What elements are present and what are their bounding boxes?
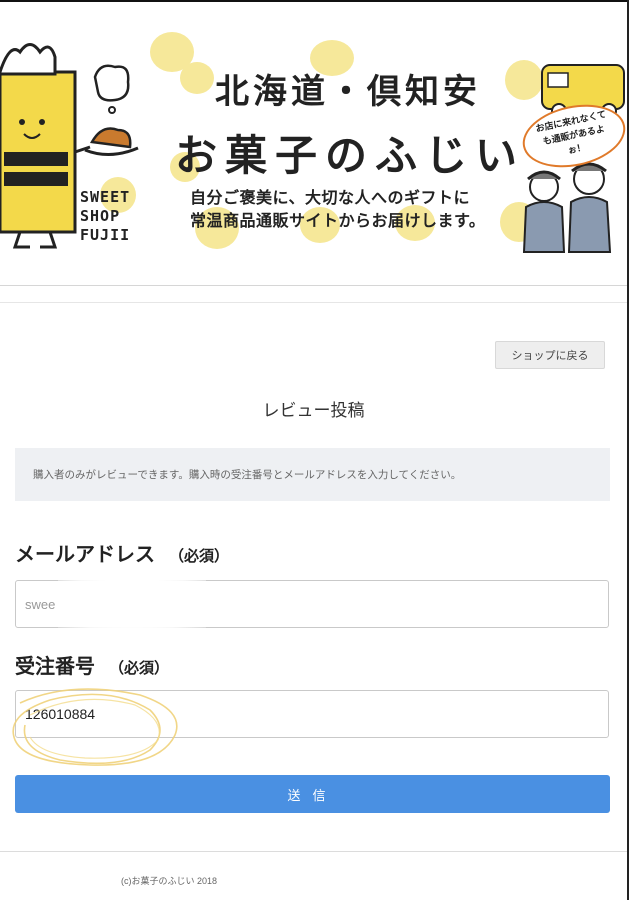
notice-box: 購入者のみがレビューできます。購入時の受注番号とメールアドレスを入力してください… bbox=[15, 448, 610, 501]
page-title: レビュー投稿 bbox=[262, 401, 365, 421]
order-number-field[interactable]: 126010884 bbox=[15, 690, 609, 738]
redaction-blur bbox=[58, 571, 206, 633]
required-marker: （必須） bbox=[109, 659, 170, 677]
divider bbox=[0, 285, 627, 286]
brand-line: SHOP bbox=[80, 207, 121, 225]
email-field-value: swee bbox=[25, 596, 56, 612]
email-label: メールアドレス （必須） bbox=[15, 538, 229, 567]
divider bbox=[0, 851, 627, 852]
order-number-field-value: 126010884 bbox=[25, 706, 96, 722]
back-to-shop-button[interactable]: ショップに戻る bbox=[495, 341, 605, 369]
brand-line: SWEET bbox=[80, 188, 131, 206]
banner-subtext: 自分ご褒美に、大切な人へのギフトに 常温商品通販サイトからお届けします。 bbox=[190, 186, 510, 232]
banner-heading-location: 北海道・倶知安 bbox=[215, 72, 481, 112]
divider bbox=[0, 302, 627, 303]
banner-heading-shop-name: お菓子のふじい bbox=[174, 131, 525, 180]
brand-logo-text: SWEET SHOP FUJII bbox=[80, 188, 130, 245]
header-banner: SWEET SHOP FUJII 北海道・倶知安 お菓子のふじい 自分ご褒美に、… bbox=[0, 2, 627, 284]
order-number-label-text: 受注番号 bbox=[15, 654, 95, 678]
banner-subtext-line: 常温商品通販サイトからお届けします。 bbox=[190, 211, 486, 230]
order-number-label: 受注番号 （必須） bbox=[15, 650, 169, 679]
required-marker: （必須） bbox=[169, 547, 230, 565]
footer-copyright: (c)お菓子のふじい 2018 bbox=[121, 876, 218, 886]
email-label-text: メールアドレス bbox=[15, 542, 155, 566]
notice-text: 購入者のみがレビューできます。購入時の受注番号とメールアドレスを入力してください… bbox=[33, 469, 462, 481]
speech-bubble-text: お店に来れなくても通販があるよぉ！ bbox=[534, 109, 608, 157]
submit-button[interactable]: 送信 bbox=[15, 775, 610, 813]
banner-subtext-line: 自分ご褒美に、大切な人へのギフトに bbox=[190, 188, 471, 207]
brand-line: FUJII bbox=[80, 226, 131, 244]
